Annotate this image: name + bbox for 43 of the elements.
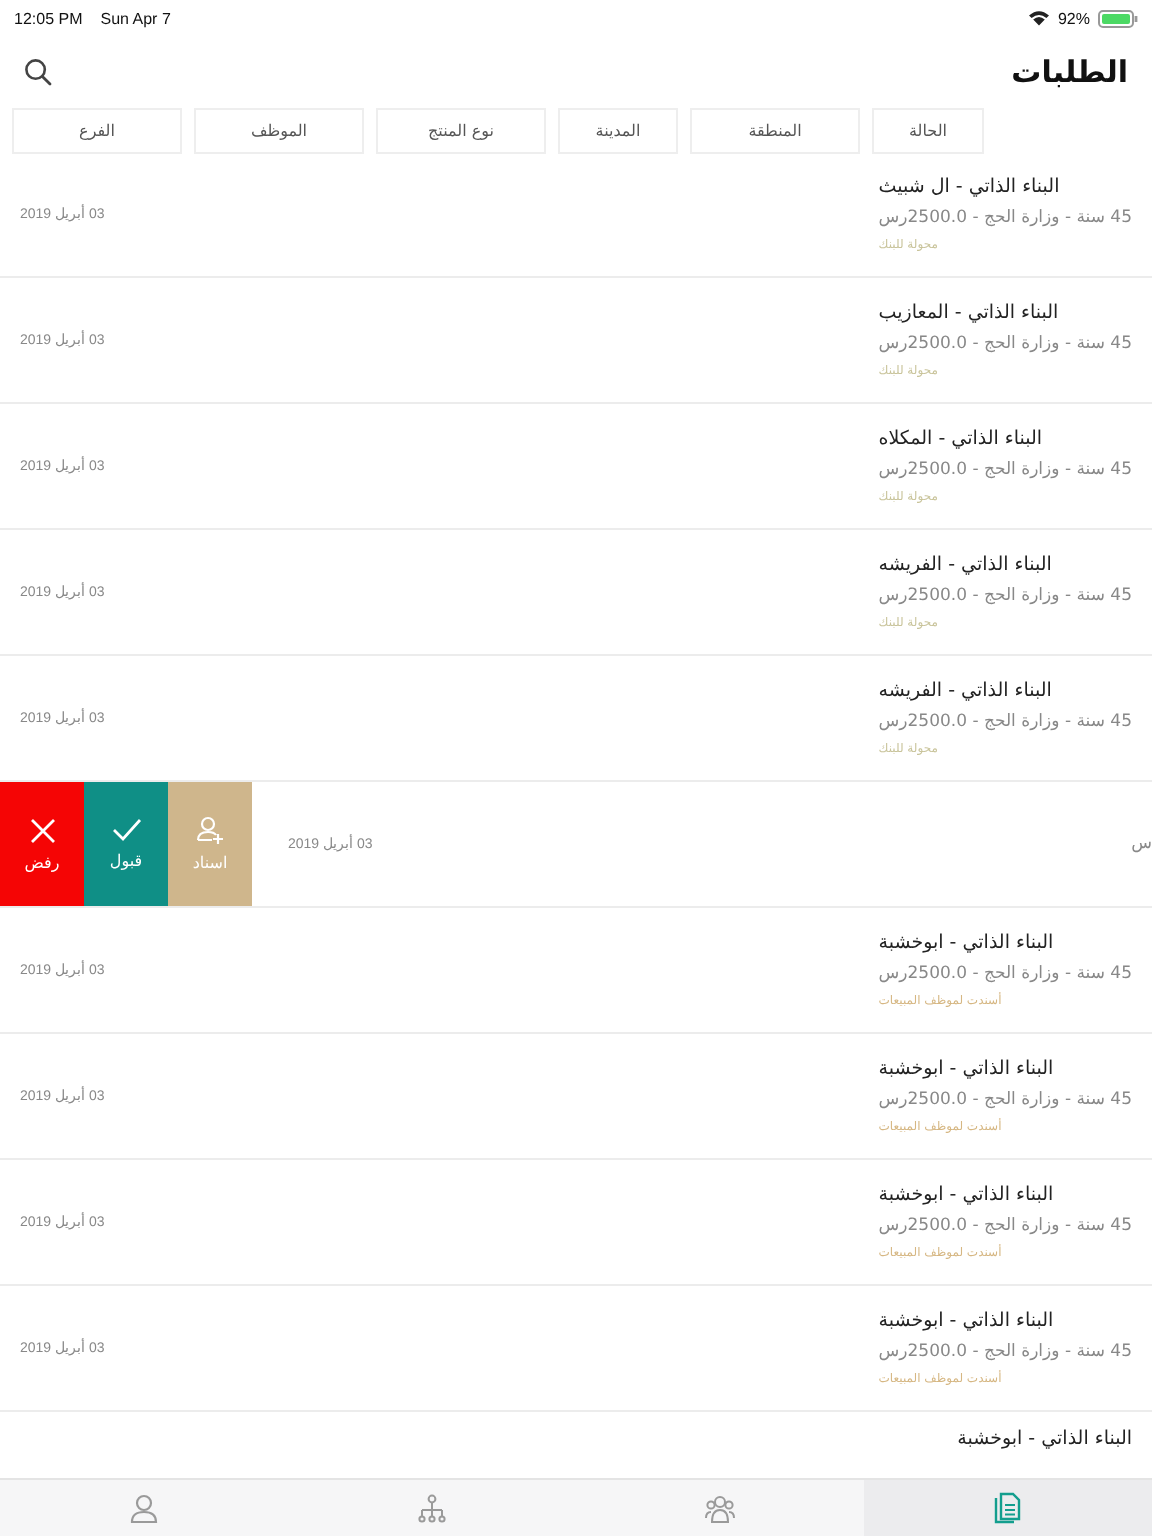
request-title[interactable]: البناء الذاتي - المكلاه [878,428,1043,450]
documents-tab[interactable] [864,1480,1152,1536]
wifi-icon [1027,10,1050,26]
filter-chip[interactable]: المنطقة [690,108,860,154]
request-details: س [1131,834,1152,854]
request-details: 45 سنة - وزارة الحج - 2500.0رس [878,586,1132,606]
hierarchy-icon [418,1493,446,1523]
page-title: الطلبات [1011,54,1128,90]
status-date: Sun Apr 7 [100,9,171,27]
filter-chip[interactable]: الفرع [12,108,182,154]
request-details: 45 سنة - وزارة الحج - 2500.0رس [878,712,1132,732]
request-title[interactable]: البناء الذاتي - المعازيب [878,302,1059,324]
request-details: 45 سنة - وزارة الحج - 2500.0رس [878,334,1132,354]
filter-chip[interactable]: المدينة [558,108,678,154]
request-title[interactable]: البناء الذاتي - ابوخشبة [957,1428,1132,1450]
request-title[interactable]: البناء الذاتي - الفريشه [878,680,1052,702]
battery-icon [1098,9,1138,27]
close-icon [29,817,55,843]
request-details: 45 سنة - وزارة الحج - 2500.0رس [878,1090,1132,1110]
accept-button[interactable]: قبول [84,782,168,906]
request-title[interactable]: البناء الذاتي - ابوخشبة [878,1184,1054,1206]
filter-chip[interactable]: الحالة [872,108,984,154]
documents-icon [994,1492,1022,1524]
request-details: 45 سنة - وزارة الحج - 2500.0رس [878,1216,1132,1236]
battery-percent: 92% [1057,9,1090,27]
request-details: 45 سنة - وزارة الحج - 2500.0رس [878,208,1132,228]
person-icon [130,1493,158,1523]
request-details: 45 سنة - وزارة الحج - 2500.0رس [878,964,1132,984]
group-icon [704,1493,736,1523]
filter-chip[interactable]: نوع المنتج [376,108,546,154]
request-details: 45 سنة - وزارة الحج - 2500.0رس [878,1342,1132,1362]
search-icon[interactable] [24,58,52,86]
request-details: 45 سنة - وزارة الحج - 2500.0رس [878,460,1132,480]
request-title[interactable]: البناء الذاتي - ابوخشبة [878,932,1054,954]
add-user-icon [196,816,224,844]
checkmark-icon [111,818,141,842]
request-title[interactable]: البناء الذاتي - ابوخشبة [878,1058,1054,1080]
filter-chip[interactable]: الموظف [194,108,364,154]
request-title[interactable]: البناء الذاتي - الفريشه [878,554,1052,576]
reject-button[interactable]: رفض [0,782,84,906]
status-time: 12:05 PM [14,9,83,27]
request-title[interactable]: البناء الذاتي - ابوخشبة [878,1310,1054,1332]
request-title[interactable]: البناء الذاتي - ال شبيث [878,176,1060,198]
